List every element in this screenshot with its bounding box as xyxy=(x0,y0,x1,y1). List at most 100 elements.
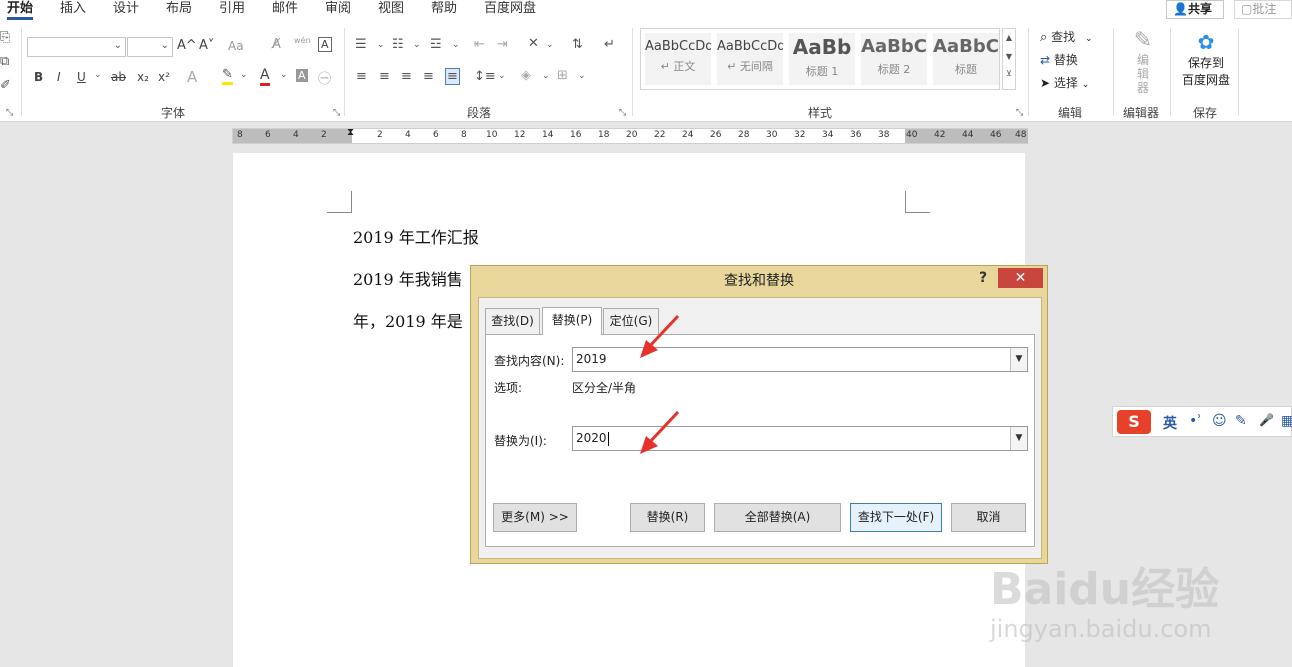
select-button[interactable]: ➤ 选择 ⌄ xyxy=(1040,74,1089,91)
replace-button[interactable]: 替换(R) xyxy=(630,503,705,532)
italic-button[interactable]: I xyxy=(57,70,61,84)
style-title[interactable]: AaBbC 标题 xyxy=(933,33,999,85)
grow-font-button[interactable]: A^ xyxy=(177,38,197,53)
show-marks-icon[interactable]: ↵ xyxy=(604,37,615,52)
char-border-button[interactable]: A xyxy=(318,37,332,52)
tab-layout[interactable]: 布局 xyxy=(166,0,192,20)
align-center-icon[interactable]: ≡ xyxy=(379,69,390,84)
tab-find[interactable]: 查找(D) xyxy=(485,308,540,334)
format-painter-icon[interactable]: ✐ xyxy=(0,78,11,93)
copy-icon[interactable]: ⧉ xyxy=(0,54,9,69)
replace-all-button[interactable]: 全部替换(A) xyxy=(714,503,841,532)
enclose-char-icon[interactable]: ㊀ xyxy=(318,68,331,87)
decrease-indent-icon[interactable]: ⇤ xyxy=(474,37,485,52)
tab-baidu-netdisk[interactable]: 百度网盘 xyxy=(484,0,536,20)
comment-button[interactable]: ▢批注 xyxy=(1234,0,1292,19)
chevron-down-icon[interactable]: ⌄ xyxy=(542,71,550,81)
doc-paragraph[interactable]: 2019 年工作汇报 xyxy=(353,224,479,248)
chevron-down-icon[interactable]: ⌄ xyxy=(546,40,554,50)
tab-design[interactable]: 设计 xyxy=(113,0,139,20)
horizontal-ruler[interactable]: 8 6 4 2 ⧗ 2 4 6 8 10 12 14 16 18 20 22 2… xyxy=(232,127,1028,144)
chevron-down-icon[interactable]: ⌄ xyxy=(498,71,506,81)
ime-language-toggle[interactable]: 英 xyxy=(1163,413,1177,433)
cancel-button[interactable]: 取消 xyxy=(951,503,1026,532)
chinese-layout-icon[interactable]: ✕ xyxy=(528,36,539,51)
skin-tool-icon[interactable]: ✎ xyxy=(1235,413,1247,429)
tab-review[interactable]: 审阅 xyxy=(325,0,351,20)
close-button[interactable]: ✕ xyxy=(998,268,1043,288)
share-button[interactable]: 👤共享 xyxy=(1166,0,1224,19)
clipboard-launcher-icon[interactable]: ⤡ xyxy=(6,108,13,118)
find-button[interactable]: ⌕ 查找 ⌄ xyxy=(1040,28,1093,45)
underline-button[interactable]: U xyxy=(77,70,86,84)
paragraph-launcher-icon[interactable]: ⤡ xyxy=(619,108,626,118)
tab-insert[interactable]: 插入 xyxy=(60,0,86,20)
styles-scroll[interactable]: ▲ ▼ ⊻ xyxy=(1002,28,1016,90)
strikethrough-button[interactable]: ab xyxy=(111,70,126,84)
more-button[interactable]: 更多(M) >> xyxy=(493,503,577,532)
align-right-icon[interactable]: ≡ xyxy=(401,69,412,84)
chevron-down-icon[interactable]: ⌄ xyxy=(452,40,460,50)
chevron-down-icon[interactable]: ▼ xyxy=(1010,427,1027,450)
emoji-icon[interactable]: ☺ xyxy=(1212,413,1227,429)
phonetic-guide-button[interactable]: wén xyxy=(294,36,311,45)
tab-home[interactable]: 开始 xyxy=(7,0,34,20)
punctuation-icon[interactable]: •ʾ xyxy=(1189,413,1202,429)
microphone-icon[interactable]: 🎤 xyxy=(1259,413,1274,427)
doc-paragraph[interactable]: 2019 年我销售 xyxy=(353,266,463,290)
menu-grid-icon[interactable]: ▦ xyxy=(1281,413,1292,429)
multilevel-list-icon[interactable]: ☲ xyxy=(430,37,442,52)
clipboard-icon[interactable]: ⎘ xyxy=(0,30,10,45)
subscript-button[interactable]: x₂ xyxy=(137,70,149,84)
style-heading-1[interactable]: AaBb 标题 1 xyxy=(789,33,855,85)
replace-button[interactable]: ⇄ 替换 xyxy=(1040,51,1078,68)
chevron-down-icon[interactable]: ⌄ xyxy=(413,40,421,50)
borders-icon[interactable]: ⊞ xyxy=(557,68,568,83)
editor-button[interactable]: ✎ 编辑器 xyxy=(1126,28,1160,95)
change-case-button[interactable]: Aa xyxy=(228,39,244,53)
help-icon[interactable]: ? xyxy=(979,270,987,286)
justify-icon[interactable]: ≡ xyxy=(423,69,434,84)
find-next-button[interactable]: 查找下一处(F) xyxy=(850,503,942,532)
font-name-combo[interactable]: ⌄ xyxy=(27,37,126,57)
clear-format-icon[interactable]: A̸ xyxy=(272,37,281,52)
char-shading-icon[interactable]: A xyxy=(296,69,308,82)
font-color-button[interactable]: A xyxy=(260,67,270,86)
chevron-down-icon[interactable]: ⌄ xyxy=(578,71,586,81)
chevron-down-icon[interactable]: ⌄ xyxy=(240,70,248,80)
sort-icon[interactable]: ⇅ xyxy=(572,37,583,52)
text-effects-icon[interactable]: A xyxy=(187,68,197,86)
tab-view[interactable]: 视图 xyxy=(378,0,404,20)
style-heading-2[interactable]: AaBbC 标题 2 xyxy=(861,33,927,85)
style-no-spacing[interactable]: AaBbCcDd ↵ 无间隔 xyxy=(717,33,783,85)
numbering-icon[interactable]: ☷ xyxy=(392,37,404,52)
line-spacing-icon[interactable]: ↕≡ xyxy=(474,69,496,84)
highlight-icon[interactable]: ✎ xyxy=(222,67,233,85)
chevron-down-icon[interactable]: ⌄ xyxy=(94,70,102,80)
bullets-icon[interactable]: ☰ xyxy=(355,37,367,52)
chevron-up-icon[interactable]: ▲ xyxy=(1003,33,1015,42)
chevron-down-icon[interactable]: ▼ xyxy=(1003,52,1015,61)
sogou-logo-icon[interactable]: S xyxy=(1117,410,1151,434)
styles-launcher-icon[interactable]: ⤡ xyxy=(1016,108,1023,118)
chevron-down-icon[interactable]: ⌄ xyxy=(377,40,385,50)
shading-icon[interactable]: ◈ xyxy=(521,68,531,83)
bold-button[interactable]: B xyxy=(34,70,43,84)
tab-help[interactable]: 帮助 xyxy=(431,0,457,20)
chevron-down-icon[interactable]: ▼ xyxy=(1010,348,1027,371)
indent-marker-icon[interactable]: ⧗ xyxy=(347,127,354,138)
save-to-baidu-button[interactable]: ✿ 保存到 百度网盘 xyxy=(1178,30,1234,88)
chevron-down-icon[interactable]: ⌄ xyxy=(280,70,288,80)
expand-gallery-icon[interactable]: ⊻ xyxy=(1003,69,1015,78)
font-size-combo[interactable]: ⌄ xyxy=(127,37,173,57)
style-normal[interactable]: AaBbCcDd ↵ 正文 xyxy=(645,33,711,85)
superscript-button[interactable]: x² xyxy=(158,70,170,84)
tab-mailings[interactable]: 邮件 xyxy=(272,0,298,20)
distributed-icon[interactable]: ≡ xyxy=(445,68,460,85)
shrink-font-button[interactable]: A˅ xyxy=(199,38,214,53)
align-left-icon[interactable]: ≡ xyxy=(356,69,367,84)
increase-indent-icon[interactable]: ⇥ xyxy=(497,37,508,52)
tab-replace[interactable]: 替换(P) xyxy=(542,307,602,335)
doc-paragraph[interactable]: 年，2019 年是 xyxy=(353,308,463,332)
font-launcher-icon[interactable]: ⤡ xyxy=(333,108,340,118)
